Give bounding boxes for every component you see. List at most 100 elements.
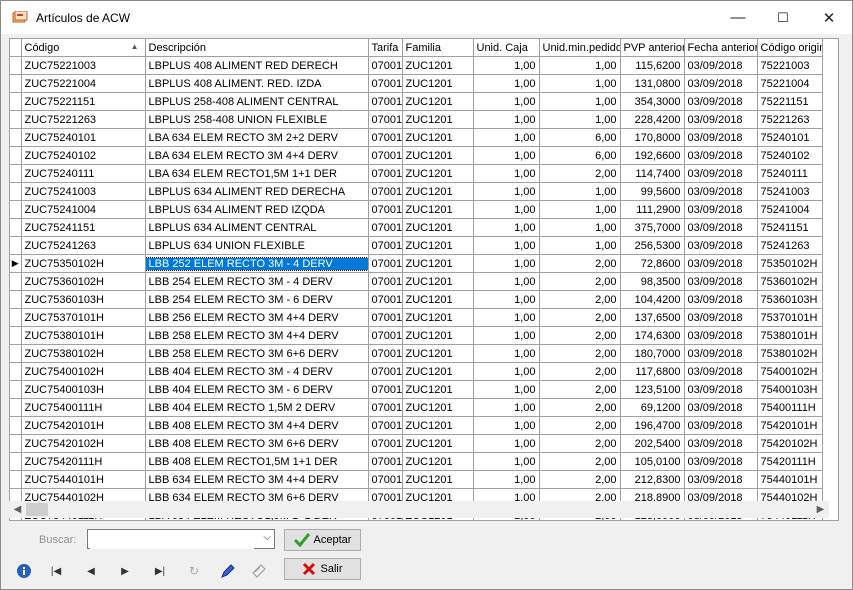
table-cell[interactable]: LBB 404 ELEM RECTO 1,5M 2 DERV	[145, 398, 369, 417]
table-cell[interactable]: 1,00	[539, 74, 621, 93]
table-cell[interactable]: 75221151	[757, 92, 823, 111]
table-cell[interactable]: 1,00	[473, 164, 540, 183]
table-cell[interactable]: ZUC75240111	[21, 164, 146, 183]
table-cell[interactable]: ZUC1201	[402, 200, 474, 219]
prev-record-icon[interactable]: ◀	[82, 563, 100, 579]
table-cell[interactable]: 131,0800	[620, 74, 685, 93]
table-cell[interactable]: LBPLUS 408 ALIMENT RED DERECH	[145, 56, 369, 75]
column-header[interactable]: Fecha anterior	[684, 39, 758, 57]
table-row[interactable]: ZUC75400111H LBB 404 ELEM RECTO 1,5M 2 DE…	[10, 398, 823, 417]
table-cell[interactable]: 2,00	[539, 272, 621, 291]
table-cell[interactable]: 6,00	[539, 146, 621, 165]
table-cell[interactable]: LBB 254 ELEM RECTO 3M - 4 DERV	[145, 272, 369, 291]
table-cell[interactable]: 192,6600	[620, 146, 685, 165]
table-cell[interactable]: ZUC75241004	[21, 200, 146, 219]
table-cell[interactable]: 1,00	[473, 434, 540, 453]
table-cell[interactable]: 03/09/2018	[684, 236, 758, 255]
table-cell[interactable]: 174,6300	[620, 326, 685, 345]
search-combobox[interactable]: ⌵	[87, 529, 275, 549]
table-cell[interactable]: 1,00	[473, 182, 540, 201]
table-cell[interactable]: 07001	[368, 56, 403, 75]
table-cell[interactable]: 1,00	[473, 200, 540, 219]
table-cell[interactable]: 1,00	[473, 110, 540, 129]
table-cell[interactable]: 75241263	[757, 236, 823, 255]
table-cell[interactable]: 03/09/2018	[684, 92, 758, 111]
table-row[interactable]: ZUC75440101H LBB 634 ELEM RECTO 3M 4+4 DE…	[10, 470, 823, 489]
table-cell[interactable]: 104,4200	[620, 290, 685, 309]
table-cell[interactable]: ZUC1201	[402, 56, 474, 75]
table-cell[interactable]: LBA 634 ELEM RECTO 3M 4+4 DERV	[145, 146, 369, 165]
table-cell[interactable]: LBB 254 ELEM RECTO 3M - 6 DERV	[145, 290, 369, 309]
table-cell[interactable]: 180,7000	[620, 344, 685, 363]
table-cell[interactable]: LBB 258 ELEM RECTO 3M 6+6 DERV	[145, 344, 369, 363]
table-row[interactable]: ZUC75360102H LBB 254 ELEM RECTO 3M - 4 DE…	[10, 272, 823, 291]
table-cell[interactable]: 1,00	[539, 56, 621, 75]
table-cell[interactable]: 03/09/2018	[684, 164, 758, 183]
scroll-left-icon[interactable]: ◀	[9, 501, 26, 518]
table-row[interactable]: ZUC75400102H LBB 404 ELEM RECTO 3M - 4 DE…	[10, 362, 823, 381]
table-cell[interactable]: 75420102H	[757, 434, 823, 453]
table-cell[interactable]: ZUC75400103H	[21, 380, 146, 399]
table-cell[interactable]: 03/09/2018	[684, 74, 758, 93]
table-cell[interactable]: 03/09/2018	[684, 254, 758, 273]
table-cell[interactable]: 1,00	[539, 110, 621, 129]
table-row[interactable]: ZUC75241004 LBPLUS 634 ALIMENT RED IZQDA 0…	[10, 200, 823, 219]
table-cell[interactable]: 03/09/2018	[684, 290, 758, 309]
table-cell[interactable]: ZUC75360102H	[21, 272, 146, 291]
table-cell[interactable]: 2,00	[539, 470, 621, 489]
edit-icon[interactable]	[219, 563, 237, 579]
table-cell[interactable]: ZUC75380101H	[21, 326, 146, 345]
table-cell[interactable]: ZUC1201	[402, 146, 474, 165]
table-cell[interactable]: ZUC75400102H	[21, 362, 146, 381]
table-cell[interactable]: 1,00	[473, 416, 540, 435]
table-cell[interactable]: 1,00	[473, 326, 540, 345]
table-cell[interactable]: ZUC1201	[402, 164, 474, 183]
maximize-button[interactable]: ☐	[760, 1, 806, 34]
table-cell[interactable]: ZUC75221263	[21, 110, 146, 129]
table-cell[interactable]: ZUC1201	[402, 452, 474, 471]
table-cell[interactable]: 03/09/2018	[684, 200, 758, 219]
table-cell[interactable]: 1,00	[473, 218, 540, 237]
table-cell[interactable]: ZUC75241263	[21, 236, 146, 255]
refresh-icon[interactable]: ↻	[185, 563, 203, 579]
table-cell[interactable]: 1,00	[473, 290, 540, 309]
table-cell[interactable]: ZUC75221004	[21, 74, 146, 93]
table-cell[interactable]: 07001	[368, 92, 403, 111]
table-cell[interactable]: 75221004	[757, 74, 823, 93]
table-cell[interactable]: 07001	[368, 380, 403, 399]
table-row[interactable]: ZUC75221263 LBPLUS 258-408 UNION FLEXIBLE…	[10, 110, 823, 129]
table-cell[interactable]: 69,1200	[620, 398, 685, 417]
table-cell[interactable]: 2,00	[539, 290, 621, 309]
table-cell[interactable]: 03/09/2018	[684, 110, 758, 129]
table-cell[interactable]: 1,00	[473, 452, 540, 471]
table-cell[interactable]: ZUC75380102H	[21, 344, 146, 363]
table-cell[interactable]: LBPLUS 258-408 UNION FLEXIBLE	[145, 110, 369, 129]
table-cell[interactable]: 07001	[368, 434, 403, 453]
table-cell[interactable]: ZUC1201	[402, 326, 474, 345]
accept-button[interactable]: Aceptar	[284, 529, 361, 551]
table-cell[interactable]: ZUC75440101H	[21, 470, 146, 489]
info-icon[interactable]	[15, 563, 33, 579]
table-row[interactable]: ZUC75420101H LBB 408 ELEM RECTO 3M 4+4 DE…	[10, 416, 823, 435]
table-cell[interactable]: ZUC1201	[402, 110, 474, 129]
table-cell[interactable]: ZUC1201	[402, 236, 474, 255]
table-cell[interactable]: 6,00	[539, 128, 621, 147]
table-cell[interactable]: 114,7400	[620, 164, 685, 183]
table-row[interactable]: ZUC75221004 LBPLUS 408 ALIMENT. RED. IZDA…	[10, 74, 823, 93]
table-cell[interactable]: 75350102H	[757, 254, 823, 273]
table-cell[interactable]: 98,3500	[620, 272, 685, 291]
table-cell[interactable]: ZUC75241151	[21, 218, 146, 237]
articles-grid[interactable]: Código ▲ Descripción Tarifa Familia Unid. Caj…	[9, 38, 839, 521]
table-cell[interactable]: 202,5400	[620, 434, 685, 453]
table-cell[interactable]: 75360102H	[757, 272, 823, 291]
table-cell[interactable]: ZUC1201	[402, 308, 474, 327]
table-cell[interactable]: 72,8600	[620, 254, 685, 273]
table-row[interactable]: ▶ ZUC75350102H LBB 252 ELEM RECTO 3M - 4 D…	[10, 254, 823, 273]
table-cell[interactable]: ZUC75420102H	[21, 434, 146, 453]
table-cell[interactable]: 07001	[368, 362, 403, 381]
table-cell[interactable]: 1,00	[473, 362, 540, 381]
table-cell[interactable]: 07001	[368, 128, 403, 147]
table-row[interactable]: ZUC75221003 LBPLUS 408 ALIMENT RED DERECH…	[10, 56, 823, 75]
table-cell[interactable]: 07001	[368, 182, 403, 201]
table-cell[interactable]: 07001	[368, 398, 403, 417]
